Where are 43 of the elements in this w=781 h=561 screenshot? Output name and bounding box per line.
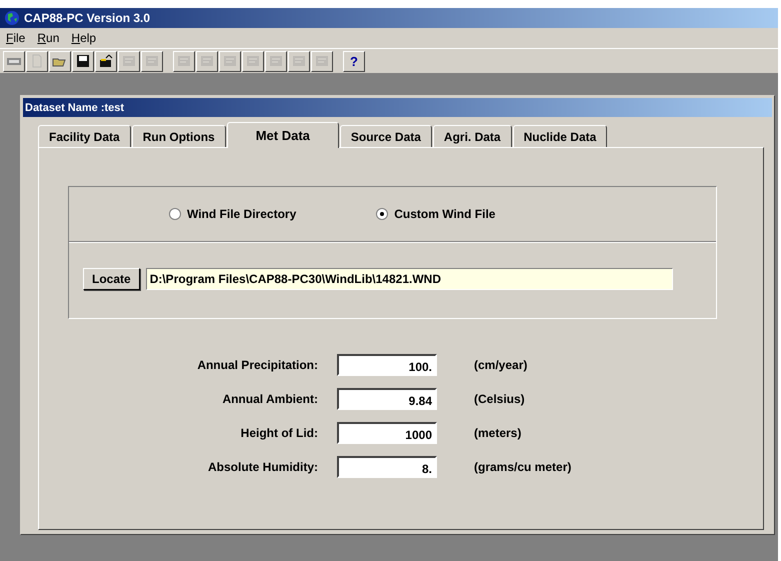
tab[interactable]: Source Data bbox=[340, 125, 432, 147]
form-icon bbox=[268, 54, 284, 68]
locate-button[interactable]: Locate bbox=[83, 268, 140, 290]
tab[interactable]: Facility Data bbox=[38, 125, 131, 147]
folder-icon bbox=[98, 54, 114, 68]
tab[interactable]: Met Data bbox=[226, 122, 339, 148]
form-icon bbox=[144, 54, 160, 68]
form-icon bbox=[222, 54, 238, 68]
form-icon bbox=[121, 54, 137, 68]
input-field[interactable]: 100. bbox=[337, 354, 437, 376]
tab[interactable]: Run Options bbox=[132, 125, 226, 147]
window-title: CAP88-PC Version 3.0 bbox=[24, 11, 150, 25]
field-label: Absolute Humidity: bbox=[207, 460, 318, 474]
toolbar-button[interactable] bbox=[49, 50, 71, 72]
form-icon bbox=[176, 54, 192, 68]
unit-label: (grams/cu meter) bbox=[474, 460, 572, 474]
radio-option[interactable]: Wind File Directory bbox=[169, 207, 296, 221]
input-field[interactable]: 9.84 bbox=[337, 388, 437, 410]
menu-item[interactable]: Help bbox=[71, 31, 96, 45]
unit-label: (cm/year) bbox=[474, 358, 528, 372]
input-field[interactable]: 8. bbox=[337, 456, 437, 478]
menu-item[interactable]: File bbox=[6, 31, 26, 45]
toolbar-button[interactable] bbox=[95, 50, 117, 72]
radio-option[interactable]: Custom Wind File bbox=[376, 207, 496, 221]
menu-item[interactable]: Run bbox=[37, 31, 60, 45]
field-label: Height of Lid: bbox=[240, 426, 318, 440]
unit-label: (Celsius) bbox=[474, 392, 525, 406]
tab[interactable]: Agri. Data bbox=[432, 125, 512, 147]
form-icon bbox=[199, 54, 215, 68]
toolbar-button[interactable] bbox=[3, 50, 25, 72]
unit-label: (meters) bbox=[474, 426, 522, 440]
form-icon bbox=[291, 54, 307, 68]
form-icon bbox=[245, 54, 261, 68]
input-field[interactable]: 1000 bbox=[337, 422, 437, 444]
tab[interactable]: Nuclide Data bbox=[512, 125, 608, 147]
form-icon bbox=[314, 54, 330, 68]
toolbar-button[interactable] bbox=[72, 50, 94, 72]
toolbar-button[interactable]: ? bbox=[343, 50, 365, 72]
globe-icon bbox=[4, 10, 20, 26]
field-label: Annual Ambient: bbox=[221, 392, 318, 406]
path-field[interactable]: D:\Program Files\CAP88-PC30\WindLib\14821.WND bbox=[146, 268, 673, 290]
child-window-title: Dataset Name :test bbox=[25, 102, 124, 114]
field-label: Annual Precipitation: bbox=[196, 358, 318, 372]
